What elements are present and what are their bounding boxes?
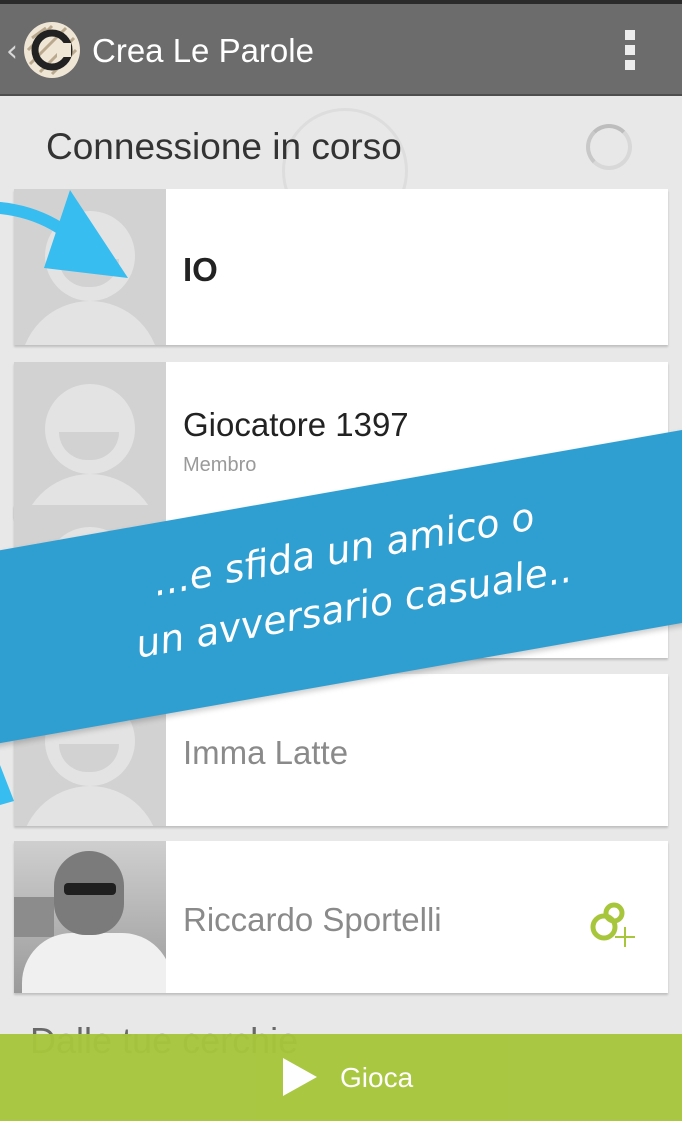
player-role: Membro <box>183 454 257 476</box>
overflow-menu-icon[interactable] <box>620 30 640 76</box>
player-name: Imma Latte <box>183 734 349 771</box>
player-card-riccardo[interactable]: Riccardo Sportelli <box>14 841 668 993</box>
player-name: Giocatore 1397 <box>183 406 409 443</box>
play-icon <box>283 1058 317 1096</box>
default-avatar-icon <box>14 362 166 518</box>
connection-status: Connessione in corso <box>0 108 682 186</box>
player-name: Riccardo Sportelli <box>183 901 442 938</box>
add-to-circles-icon[interactable] <box>589 899 639 949</box>
status-text: Connessione in corso <box>46 126 402 167</box>
app-title: Crea Le Parole <box>92 32 314 69</box>
player-name: IO <box>183 251 218 288</box>
action-bar: ‹ Crea Le Parole <box>0 4 682 96</box>
loading-spinner-icon <box>586 124 632 170</box>
pointer-arrow-icon <box>0 190 128 278</box>
play-label: Gioca <box>340 1062 414 1093</box>
app-logo-icon[interactable] <box>22 20 82 80</box>
play-button[interactable]: Gioca <box>0 1034 682 1121</box>
player-photo <box>14 841 166 993</box>
back-chevron-icon[interactable]: ‹ <box>6 34 18 69</box>
pointer-arrow-icon <box>0 765 14 805</box>
